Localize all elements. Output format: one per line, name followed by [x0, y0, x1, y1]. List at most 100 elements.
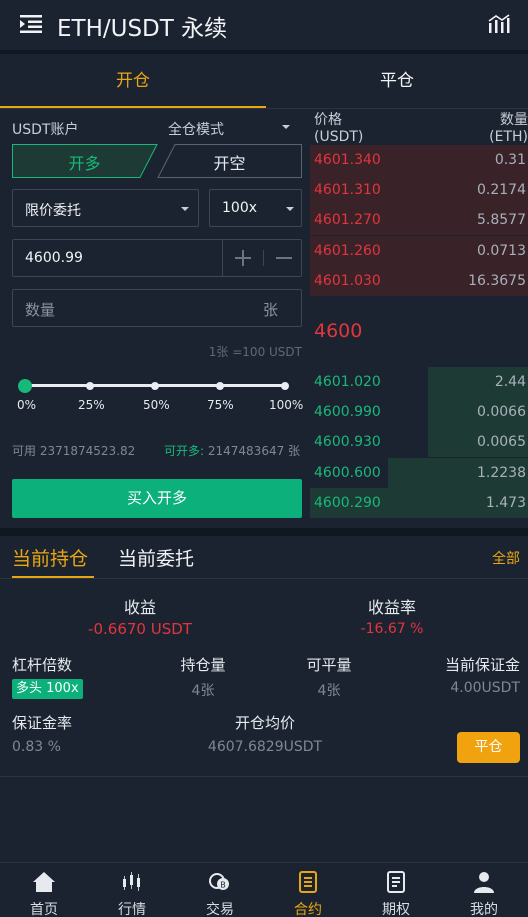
- bid-row[interactable]: 4600.290 1.473: [310, 487, 528, 518]
- bid-quantity: 0.0065: [477, 434, 526, 451]
- ask-row[interactable]: 4601.310 0.2174: [310, 175, 528, 206]
- closable-value: 4张: [317, 683, 341, 699]
- bid-quantity: 1.473: [485, 494, 526, 511]
- leverage-select[interactable]: 100x: [209, 189, 302, 227]
- nav-market[interactable]: 行情: [88, 863, 176, 917]
- hold-value: 4张: [191, 683, 215, 699]
- buy-open-long-button[interactable]: 买入开多: [12, 479, 302, 518]
- bid-row[interactable]: 4600.600 1.2238: [310, 457, 528, 488]
- ask-row[interactable]: 4601.030 16.3675: [310, 265, 528, 296]
- bid-row[interactable]: 4600.990 0.0066: [310, 397, 528, 428]
- max-open-long: 可开多: 2147483647 张: [164, 442, 300, 459]
- home-icon: [33, 872, 55, 892]
- all-link[interactable]: 全部: [480, 548, 520, 568]
- long-short-toggle: 开多 开空: [12, 144, 302, 178]
- quantity-input[interactable]: 数量 张: [12, 289, 302, 327]
- available-label: 可用: [12, 444, 37, 458]
- bid-row[interactable]: 4600.930 0.0065: [310, 427, 528, 458]
- ask-price: 4601.270: [314, 212, 381, 229]
- open-long-button[interactable]: 开多: [12, 150, 157, 174]
- account-label: USDT账户: [12, 122, 79, 138]
- bid-row[interactable]: 4601.020 2.44: [310, 367, 528, 397]
- bottom-nav: 首页 行情 B 交易 合约 期权 我的: [0, 862, 528, 917]
- options-icon: [387, 871, 405, 893]
- margin-mode-select[interactable]: 全仓模式: [168, 119, 294, 138]
- price-input[interactable]: 4600.99: [12, 239, 302, 277]
- quantity-placeholder: 数量: [25, 301, 56, 319]
- margin-mode-value: 全仓模式: [168, 122, 224, 138]
- slider-mark[interactable]: 0%: [17, 398, 36, 412]
- leverage-value: 100x: [222, 200, 258, 216]
- ask-quantity: 0.0713: [477, 242, 526, 259]
- chart-icon[interactable]: [488, 14, 510, 34]
- order-type-value: 限价委托: [25, 203, 81, 219]
- menu-icon[interactable]: [20, 14, 42, 34]
- bid-price: 4600.930: [314, 434, 381, 451]
- candlestick-icon: [123, 872, 140, 891]
- can-open-label: 可开多:: [164, 444, 205, 458]
- price-value: 4600.99: [25, 250, 83, 266]
- ask-row[interactable]: 4601.260 0.0713: [310, 235, 528, 266]
- user-icon: [474, 872, 494, 893]
- nav-label: 合约: [294, 902, 322, 917]
- slider-mark[interactable]: 25%: [78, 398, 105, 412]
- tab-current-positions[interactable]: 当前持仓: [12, 544, 88, 571]
- ask-quantity: 5.8577: [477, 212, 526, 229]
- divider: [0, 108, 528, 109]
- close-position-button[interactable]: 平仓: [457, 732, 520, 763]
- chevron-down-icon: [282, 125, 290, 129]
- minus-icon[interactable]: [274, 248, 294, 268]
- leverage-label: 杠杆倍数: [12, 656, 73, 674]
- open-short-button[interactable]: 开空: [157, 150, 302, 174]
- slider-mark[interactable]: 75%: [207, 398, 234, 412]
- nav-trade[interactable]: B 交易: [176, 863, 264, 917]
- tab-open-position[interactable]: 开仓: [0, 54, 266, 108]
- order-type-select[interactable]: 限价委托: [12, 189, 199, 227]
- long-leverage-badge: 多头 100x: [12, 679, 83, 699]
- ask-row[interactable]: 4601.340 0.31: [310, 145, 528, 175]
- avg-price-value: 4607.6829USDT: [207, 739, 323, 755]
- can-open-value: 2147483647 张: [207, 444, 301, 458]
- nav-label: 交易: [206, 902, 234, 917]
- ask-quantity: 0.2174: [477, 182, 526, 199]
- closable-label: 可平量: [306, 656, 352, 674]
- pnl-label: 收益: [123, 598, 156, 617]
- available-value: 2371874523.82: [39, 444, 136, 458]
- bid-price: 4600.290: [314, 494, 381, 511]
- last-price: 4600: [314, 320, 363, 342]
- contract-size-note: 1张 =100 USDT: [208, 345, 302, 359]
- quantity-slider[interactable]: [18, 378, 292, 394]
- plus-icon[interactable]: [233, 248, 253, 268]
- hold-label: 持仓量: [180, 656, 226, 674]
- roe-value: -16.67 %: [360, 621, 424, 637]
- chevron-down-icon: [286, 207, 294, 211]
- tab-current-orders[interactable]: 当前委托: [118, 544, 194, 571]
- contract-icon: [299, 871, 317, 893]
- exchange-icon: B: [209, 873, 229, 890]
- slider-tick: [281, 382, 289, 390]
- tab-close-position[interactable]: 平仓: [266, 54, 528, 108]
- nav-label: 行情: [118, 902, 146, 917]
- pnl-value: -0.6670 USDT: [88, 620, 192, 638]
- margin-rate-value: 0.83 %: [12, 739, 61, 755]
- bid-quantity: 0.0066: [477, 404, 526, 421]
- ask-price: 4601.310: [314, 182, 381, 199]
- nav-options[interactable]: 期权: [352, 863, 440, 917]
- bid-quantity: 1.2238: [477, 464, 526, 481]
- slider-mark[interactable]: 100%: [269, 398, 303, 412]
- slider-mark[interactable]: 50%: [143, 398, 170, 412]
- ask-row[interactable]: 4601.270 5.8577: [310, 205, 528, 236]
- divider: [222, 240, 223, 276]
- quantity-unit: 张: [263, 301, 279, 319]
- chevron-down-icon: [181, 207, 189, 211]
- slider-handle[interactable]: [18, 379, 32, 393]
- nav-home[interactable]: 首页: [0, 863, 88, 917]
- margin-value: 4.00USDT: [450, 680, 520, 696]
- nav-contract[interactable]: 合约: [264, 863, 352, 917]
- ask-quantity: 16.3675: [468, 272, 526, 289]
- margin-label: 当前保证金: [444, 656, 520, 674]
- slider-tick: [86, 382, 94, 390]
- nav-profile[interactable]: 我的: [440, 863, 528, 917]
- roe-label: 收益率: [367, 598, 416, 617]
- slider-tick: [151, 382, 159, 390]
